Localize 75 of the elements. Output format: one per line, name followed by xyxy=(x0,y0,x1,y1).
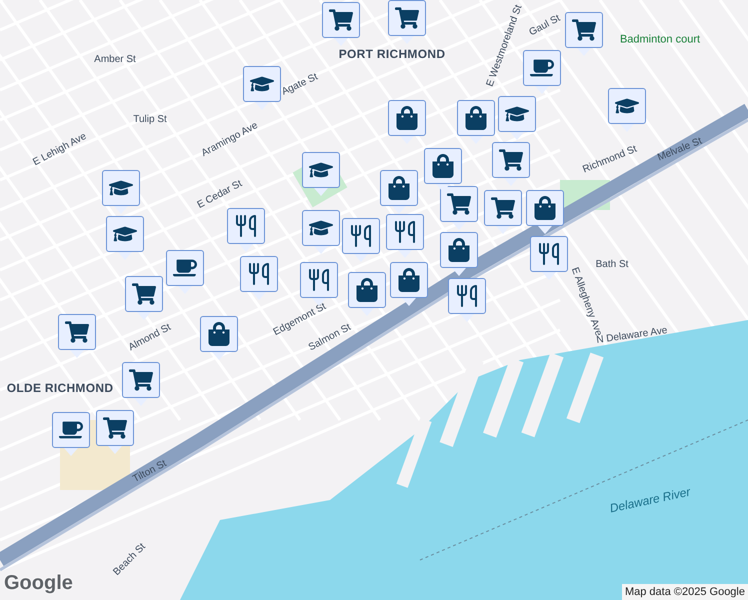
shopping-bag-icon xyxy=(464,106,488,130)
map-marker[interactable] xyxy=(322,2,360,46)
cart-icon xyxy=(129,368,153,392)
map-label: Gaul St xyxy=(528,14,562,38)
map-marker[interactable] xyxy=(166,250,204,294)
shopping-bag-icon xyxy=(207,322,231,346)
map-marker[interactable] xyxy=(390,262,428,306)
shopping-bag-icon xyxy=(395,106,419,130)
cart-icon xyxy=(329,8,353,32)
cart-icon xyxy=(65,320,89,344)
fork-knife-icon xyxy=(247,262,271,286)
map-marker[interactable] xyxy=(523,50,561,94)
map-marker[interactable] xyxy=(302,210,340,254)
shopping-bag-icon xyxy=(431,154,455,178)
map-marker[interactable] xyxy=(440,186,478,230)
map-marker[interactable] xyxy=(200,316,238,360)
fork-knife-icon xyxy=(455,284,479,308)
cart-icon xyxy=(499,148,523,172)
map-label: PORT RICHMOND xyxy=(338,48,446,60)
map-marker[interactable] xyxy=(102,170,140,214)
map-marker[interactable] xyxy=(492,142,530,186)
map-marker[interactable] xyxy=(342,218,380,262)
map-marker[interactable] xyxy=(448,278,486,322)
map-marker[interactable] xyxy=(58,314,96,358)
map-marker[interactable] xyxy=(484,190,522,234)
attribution-text[interactable]: Map data ©2025 Google xyxy=(622,584,748,600)
shopping-bag-icon xyxy=(397,268,421,292)
map-marker[interactable] xyxy=(388,0,426,44)
fork-knife-icon xyxy=(393,220,417,244)
map-marker[interactable] xyxy=(302,152,340,196)
map-marker[interactable] xyxy=(424,148,462,192)
fork-knife-icon xyxy=(234,214,258,238)
map-marker[interactable] xyxy=(386,214,424,258)
cart-icon xyxy=(103,416,127,440)
map-marker[interactable] xyxy=(565,12,603,56)
map-marker[interactable] xyxy=(96,410,134,454)
shopping-bag-icon xyxy=(447,238,471,262)
shopping-bag-icon xyxy=(355,278,379,302)
map-label: Tilton St xyxy=(132,459,168,485)
map-marker[interactable] xyxy=(608,88,646,132)
map-marker[interactable] xyxy=(457,100,495,144)
map-label: Melvale St xyxy=(656,136,704,164)
map-marker[interactable] xyxy=(530,236,568,280)
map-label: E Cedar St xyxy=(196,179,244,211)
map-label: Delaware River xyxy=(608,486,692,514)
cart-icon xyxy=(395,6,419,30)
map-marker[interactable] xyxy=(106,216,144,260)
map-marker[interactable] xyxy=(243,66,281,110)
cart-icon xyxy=(572,18,596,42)
shopping-bag-icon xyxy=(387,176,411,200)
map-marker[interactable] xyxy=(52,412,90,456)
map-marker[interactable] xyxy=(125,276,163,320)
cart-icon xyxy=(491,196,515,220)
shopping-bag-icon xyxy=(533,196,557,220)
map-marker[interactable] xyxy=(240,256,278,300)
fork-knife-icon xyxy=(537,242,561,266)
map-marker[interactable] xyxy=(526,190,564,234)
fork-knife-icon xyxy=(307,268,331,292)
cart-icon xyxy=(447,192,471,216)
map-marker[interactable] xyxy=(440,232,478,276)
map-label: OLDE RICHMOND xyxy=(6,382,114,394)
map-marker[interactable] xyxy=(227,208,265,252)
map-label: Tulip St xyxy=(133,115,167,125)
cart-icon xyxy=(132,282,156,306)
map-label: Badminton court xyxy=(620,34,700,46)
map-label: Agate St xyxy=(280,72,320,98)
map-marker[interactable] xyxy=(388,100,426,144)
map-marker[interactable] xyxy=(122,362,160,406)
map-marker[interactable] xyxy=(348,272,386,316)
map-marker[interactable] xyxy=(498,96,536,140)
map-label: Amber St xyxy=(94,55,136,65)
map-marker[interactable] xyxy=(380,170,418,214)
google-logo[interactable]: Google xyxy=(4,568,73,598)
fork-knife-icon xyxy=(349,224,373,248)
map-label: Bath St xyxy=(596,260,628,270)
